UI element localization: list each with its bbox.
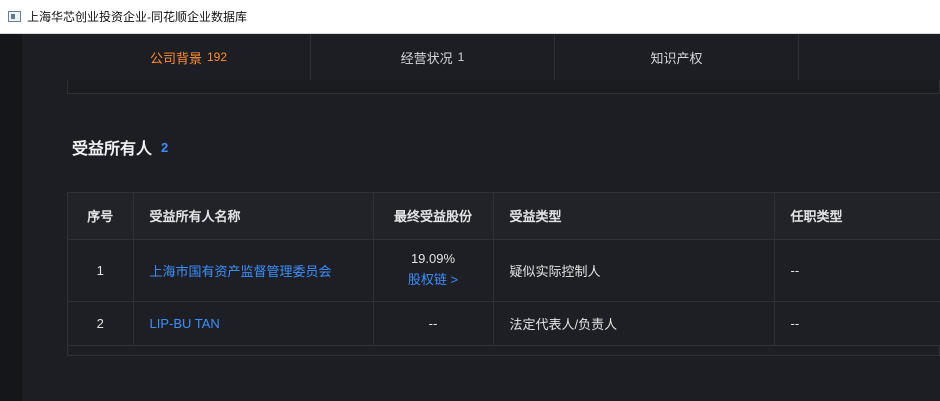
section-title-text: 受益所有人	[72, 141, 153, 158]
share-value: --	[373, 301, 494, 346]
header-owner-name: 受益所有人名称	[133, 193, 374, 240]
table-row: 2 LIP-BU TAN -- 法定代表人/负责人 --	[68, 301, 940, 346]
tab-panel-edge	[67, 80, 940, 94]
benefit-type: 法定代表人/负责人	[493, 301, 775, 346]
final-share-cell: 19.09% 股权链 >	[373, 239, 494, 302]
tab-count: 192	[206, 50, 228, 64]
benefit-type: 疑似实际控制人	[493, 239, 775, 302]
section-title: 受益所有人 2	[72, 136, 169, 159]
row-index: 1	[68, 239, 134, 302]
position-type: --	[774, 239, 940, 302]
section-count: 2	[161, 139, 169, 155]
owner-name-link[interactable]: LIP-BU TAN	[133, 301, 374, 346]
table-header-row: 序号 受益所有人名称 最终受益股份 受益类型 任职类型	[68, 193, 940, 240]
tab-empty	[799, 34, 940, 80]
row-index: 2	[68, 301, 134, 346]
share-value: 19.09%	[410, 251, 456, 266]
owner-name[interactable]: LIP-BU TAN	[150, 316, 220, 331]
tab-label: 知识产权	[650, 50, 703, 66]
beneficial-owners-table: 序号 受益所有人名称 最终受益股份 受益类型 任职类型 1 上海市国有资产监督管…	[67, 192, 940, 356]
owner-name-link[interactable]: 上海市国有资产监督管理委员会	[133, 239, 374, 302]
left-sidebar-strip	[0, 34, 22, 401]
header-index: 序号	[68, 193, 134, 240]
tab-count: 1	[457, 50, 465, 64]
tab-label: 经营状况	[400, 50, 453, 66]
header-position-type: 任职类型	[774, 193, 940, 240]
tab-company-background[interactable]: 公司背景 192	[67, 34, 311, 80]
tab-business-status[interactable]: 经营状况 1	[311, 34, 555, 80]
window-title: 上海华芯创业投资企业-同花顺企业数据库	[27, 10, 247, 24]
table-row: 1 上海市国有资产监督管理委员会 19.09% 股权链 > 疑似实际控制人 --	[68, 239, 940, 302]
equity-chain-link[interactable]: 股权链 >	[374, 269, 493, 291]
tab-bar: 公司背景 192 经营状况 1 知识产权	[67, 34, 940, 80]
tab-label: 公司背景	[149, 50, 202, 66]
tab-intellectual-property[interactable]: 知识产权	[555, 34, 799, 80]
position-type: --	[774, 301, 940, 346]
window-titlebar: 上海华芯创业投资企业-同花顺企业数据库	[0, 0, 940, 34]
main-content: 公司背景 192 经营状况 1 知识产权 受益所有人 2 序号 受益所有人名称 …	[22, 34, 940, 401]
header-final-share: 最终受益股份	[373, 193, 494, 240]
header-benefit-type: 受益类型	[493, 193, 775, 240]
owner-name[interactable]: 上海市国有资产监督管理委员会	[150, 264, 332, 279]
app-window-icon	[8, 11, 21, 22]
